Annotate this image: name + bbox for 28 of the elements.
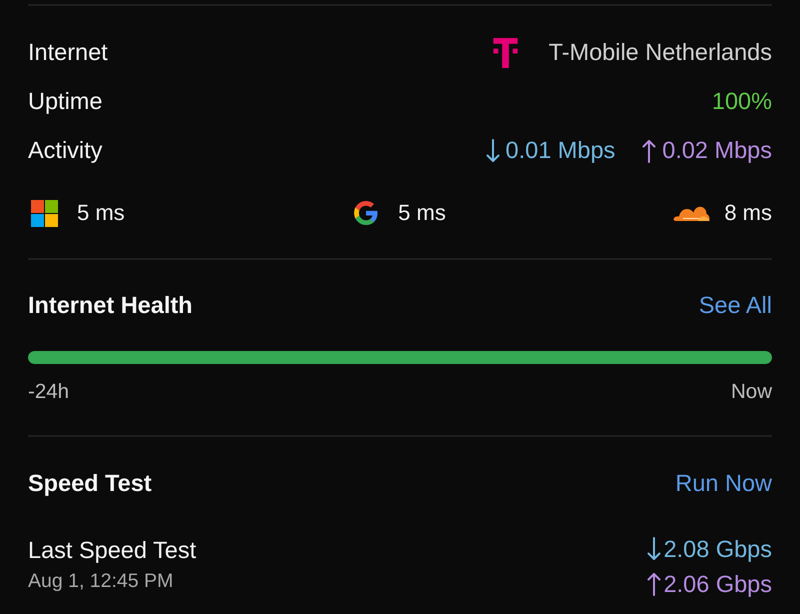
uptime-value: 100% (712, 88, 772, 115)
row-label: Internet (28, 39, 108, 66)
provider-name: T-Mobile Netherlands (548, 39, 772, 66)
row-label: Uptime (28, 88, 102, 115)
run-now-link[interactable]: Run Now (675, 470, 772, 496)
download-speed: 2.08 Gbps (664, 536, 772, 562)
up-arrow-icon (642, 138, 656, 162)
latency-value: 5 ms (77, 200, 125, 226)
down-arrow-icon (486, 138, 500, 162)
latency-value: 5 ms (398, 200, 446, 226)
upload-rate: 0.02 Mbps (662, 137, 772, 164)
axis-start-label: -24h (28, 380, 70, 404)
t-logo-icon (492, 38, 518, 68)
latency-value: 8 ms (724, 200, 772, 226)
g-logo-icon (354, 201, 378, 225)
down-arrow-icon (646, 537, 661, 561)
four-squares-icon (31, 200, 58, 226)
see-all-link[interactable]: See All (698, 292, 772, 318)
upload-speed: 2.06 Gbps (664, 570, 772, 598)
axis-end-label: Now (730, 380, 772, 404)
cloud-icon (673, 206, 710, 220)
download-rate: 0.01 Mbps (506, 137, 616, 164)
timestamp: Aug 1, 12:45 PM (28, 569, 174, 594)
section-title: Internet Health (28, 292, 193, 318)
section-title: Speed Test (28, 470, 152, 496)
row-label: Last Speed Test (28, 536, 196, 565)
row-label: Activity (28, 137, 102, 164)
up-arrow-icon (646, 572, 661, 596)
